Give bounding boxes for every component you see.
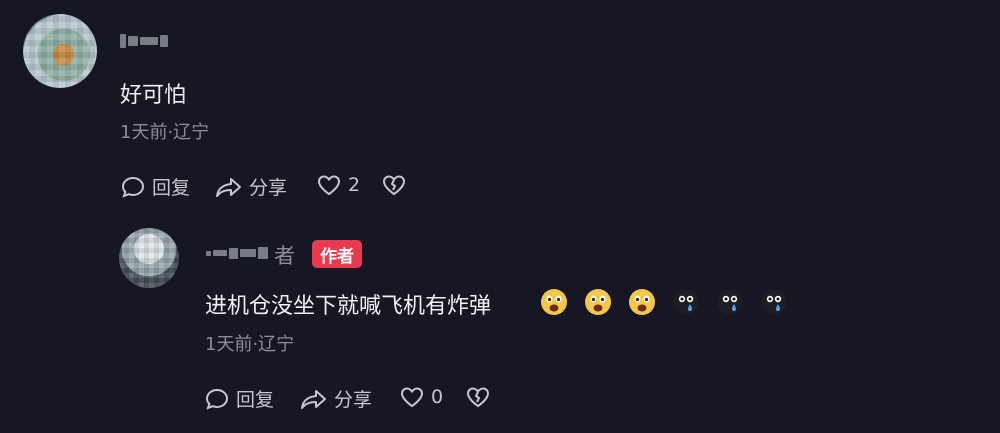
frightened-face-icon bbox=[585, 289, 611, 315]
share-button[interactable]: 分享 bbox=[300, 385, 372, 412]
share-arrow-icon bbox=[301, 389, 326, 409]
share-label: 分享 bbox=[249, 177, 288, 199]
username-blurred[interactable] bbox=[206, 247, 268, 259]
share-label: 分享 bbox=[334, 389, 373, 411]
avatar[interactable] bbox=[23, 14, 97, 88]
comment-text: 好可怕 bbox=[120, 83, 187, 108]
broken-heart-icon bbox=[466, 387, 490, 408]
reply-button[interactable]: 回复 bbox=[204, 385, 274, 412]
like-button[interactable]: 0 bbox=[399, 385, 443, 409]
frightened-face-icon bbox=[541, 289, 567, 315]
dislike-button[interactable] bbox=[381, 173, 407, 197]
frightened-face-icon bbox=[629, 289, 655, 315]
comment-meta: 1天前·辽宁 bbox=[205, 334, 295, 355]
crying-black-face-icon bbox=[761, 289, 787, 315]
comment-text: 进机仓没坐下就喊飞机有炸弹 bbox=[205, 294, 492, 319]
like-count: 2 bbox=[348, 174, 361, 196]
reply-label: 回复 bbox=[236, 389, 275, 411]
broken-heart-icon bbox=[382, 175, 406, 196]
username-blurred[interactable] bbox=[120, 34, 168, 48]
share-arrow-icon bbox=[216, 177, 241, 197]
comment-bubble-icon bbox=[205, 388, 229, 410]
reply-label: 回复 bbox=[152, 177, 191, 199]
comment-meta: 1天前·辽宁 bbox=[120, 122, 210, 143]
author-badge: 作者 bbox=[312, 240, 362, 268]
avatar[interactable] bbox=[119, 228, 179, 288]
crying-black-face-icon bbox=[673, 289, 699, 315]
dislike-button[interactable] bbox=[465, 385, 491, 409]
reply-button[interactable]: 回复 bbox=[120, 173, 190, 200]
like-button[interactable]: 2 bbox=[316, 173, 360, 197]
like-count: 0 bbox=[431, 386, 444, 408]
heart-icon bbox=[400, 387, 424, 408]
share-button[interactable]: 分享 bbox=[215, 173, 287, 200]
comment-bubble-icon bbox=[121, 176, 145, 198]
heart-icon bbox=[317, 175, 341, 196]
username-tail: 者 bbox=[274, 244, 295, 268]
emoji-row bbox=[540, 288, 788, 316]
crying-black-face-icon bbox=[717, 289, 743, 315]
